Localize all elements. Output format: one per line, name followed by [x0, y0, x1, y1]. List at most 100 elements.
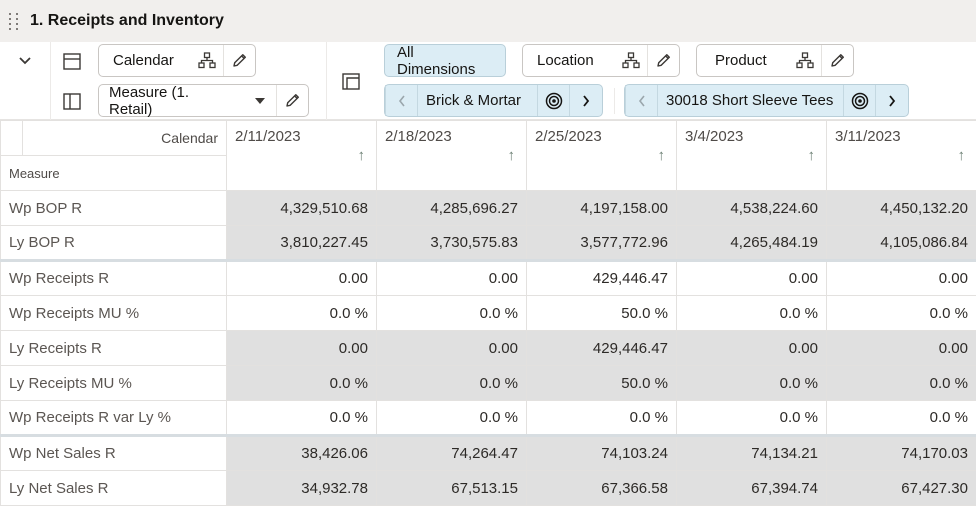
measure-dimension-select[interactable]: Measure (1. Retail): [98, 83, 309, 118]
grid-body: Wp BOP R 4,329,510.68 4,285,696.27 4,197,15…: [0, 190, 976, 506]
column-header[interactable]: 2/18/2023 ↑: [376, 120, 527, 191]
grid-cell[interactable]: 4,450,132.20: [826, 190, 976, 226]
layout-toolbar: Calendar Measure (1. Retail) All Dimensi…: [0, 42, 976, 120]
grid-cell[interactable]: 74,170.03: [826, 434, 976, 471]
grid-cell[interactable]: 3,730,575.83: [376, 225, 527, 261]
product-next-button[interactable]: [875, 85, 907, 116]
location-navigator: Brick & Mortar: [384, 84, 603, 117]
grid-cell[interactable]: 4,105,086.84: [826, 225, 976, 261]
row-header-measure[interactable]: Wp Receipts R var Ly %: [0, 400, 227, 436]
hierarchy-button[interactable]: [191, 45, 223, 76]
grid-cell[interactable]: 4,538,224.60: [676, 190, 827, 226]
grid-cell[interactable]: 0.0 %: [226, 400, 377, 436]
sort-ascending-icon[interactable]: ↑: [958, 147, 966, 164]
product-navigator: 30018 Short Sleeve Tees: [624, 84, 909, 117]
column-header-date: 3/11/2023: [835, 128, 901, 145]
edit-calendar-button[interactable]: [223, 45, 255, 76]
grid-cell[interactable]: 0.0 %: [526, 400, 677, 436]
grid-cell[interactable]: 0.00: [826, 259, 976, 296]
hierarchy-button[interactable]: [789, 45, 821, 76]
location-next-button[interactable]: [569, 85, 601, 116]
chevron-right-icon: [582, 94, 589, 107]
grid-cell[interactable]: 0.0 %: [376, 400, 527, 436]
column-header[interactable]: 2/25/2023 ↑: [526, 120, 677, 191]
table-row: Wp Receipts R var Ly % 0.0 % 0.0 % 0.0 % 0.0…: [0, 400, 976, 436]
location-focus-button[interactable]: [537, 85, 569, 116]
grid-cell[interactable]: 0.0 %: [376, 295, 527, 331]
row-header-measure[interactable]: Ly BOP R: [0, 225, 227, 261]
grid-cell[interactable]: 0.00: [376, 259, 527, 296]
grid-cell[interactable]: 0.0 %: [226, 365, 377, 401]
grid-cell[interactable]: 0.00: [826, 330, 976, 366]
grid-cell[interactable]: 0.0 %: [676, 365, 827, 401]
all-dimensions-button[interactable]: All Dimensions: [384, 44, 506, 78]
grid-cell[interactable]: 3,810,227.45: [226, 225, 377, 261]
location-dimension-label: Location: [537, 52, 594, 69]
measure-dropdown-button[interactable]: [244, 85, 276, 116]
row-header-measure[interactable]: Wp BOP R: [0, 190, 227, 226]
grid-cell[interactable]: 34,932.78: [226, 470, 377, 506]
product-current-member[interactable]: 30018 Short Sleeve Tees: [657, 85, 843, 116]
grid-cell[interactable]: 0.0 %: [676, 295, 827, 331]
pencil-icon: [233, 54, 246, 67]
row-header-measure[interactable]: Wp Receipts MU %: [0, 295, 227, 331]
column-header[interactable]: 3/4/2023 ↑: [676, 120, 827, 191]
column-header[interactable]: 3/11/2023 ↑: [826, 120, 976, 191]
grid-cell[interactable]: 0.00: [226, 330, 377, 366]
grid-cell[interactable]: 0.0 %: [826, 400, 976, 436]
grid-cell[interactable]: 67,427.30: [826, 470, 976, 506]
sort-ascending-icon[interactable]: ↑: [658, 147, 666, 164]
grid-cell[interactable]: 0.0 %: [226, 295, 377, 331]
grid-cell[interactable]: 0.0 %: [676, 400, 827, 436]
grid-cell[interactable]: 4,197,158.00: [526, 190, 677, 226]
grid-cell[interactable]: 0.00: [226, 259, 377, 296]
grid-cell[interactable]: 67,513.15: [376, 470, 527, 506]
calendar-dimension-chip[interactable]: Calendar: [98, 44, 256, 77]
column-header[interactable]: 2/11/2023 ↑: [226, 120, 377, 191]
edit-product-button[interactable]: [821, 45, 853, 76]
grid-cell[interactable]: 74,134.21: [676, 434, 827, 471]
grid-cell[interactable]: 429,446.47: [526, 330, 677, 366]
grid-cell[interactable]: 3,577,772.96: [526, 225, 677, 261]
row-header-measure[interactable]: Wp Net Sales R: [0, 434, 227, 471]
drag-handle-icon[interactable]: [9, 12, 21, 30]
grid-cell[interactable]: 0.0 %: [826, 365, 976, 401]
location-previous-button[interactable]: [385, 85, 417, 116]
product-previous-button[interactable]: [625, 85, 657, 116]
grid-cell[interactable]: 4,329,510.68: [226, 190, 377, 226]
edit-location-button[interactable]: [647, 45, 679, 76]
grid-cell[interactable]: 429,446.47: [526, 259, 677, 296]
measure-dimension-label: Measure (1. Retail): [109, 83, 190, 118]
table-row: Wp Net Sales R 38,426.06 74,264.47 74,103.2…: [0, 434, 976, 471]
row-header-measure[interactable]: Ly Net Sales R: [0, 470, 227, 506]
sort-ascending-icon[interactable]: ↑: [358, 147, 366, 164]
location-current-member[interactable]: Brick & Mortar: [417, 85, 537, 116]
row-header-measure[interactable]: Ly Receipts R: [0, 330, 227, 366]
grid-cell[interactable]: 0.00: [676, 330, 827, 366]
product-dimension-chip[interactable]: Product: [696, 44, 854, 77]
grid-cell[interactable]: 74,264.47: [376, 434, 527, 471]
chevron-down-icon: [19, 57, 31, 65]
sort-ascending-icon[interactable]: ↑: [508, 147, 516, 164]
edit-measure-button[interactable]: [276, 85, 308, 116]
grid-cell[interactable]: 67,394.74: [676, 470, 827, 506]
grid-cell[interactable]: 50.0 %: [526, 295, 677, 331]
product-focus-button[interactable]: [843, 85, 875, 116]
location-dimension-chip[interactable]: Location: [522, 44, 680, 77]
grid-cell[interactable]: 4,285,696.27: [376, 190, 527, 226]
table-row: Ly Receipts MU % 0.0 % 0.0 % 50.0 % 0.0 % 0.0…: [0, 365, 976, 401]
grid-cell[interactable]: 4,265,484.19: [676, 225, 827, 261]
grid-cell[interactable]: 0.00: [376, 330, 527, 366]
grid-cell[interactable]: 0.00: [676, 259, 827, 296]
grid-cell[interactable]: 38,426.06: [226, 434, 377, 471]
collapse-toolbar-button[interactable]: [12, 50, 38, 72]
hierarchy-button[interactable]: [615, 45, 647, 76]
grid-cell[interactable]: 67,366.58: [526, 470, 677, 506]
grid-cell[interactable]: 0.0 %: [376, 365, 527, 401]
row-header-measure[interactable]: Wp Receipts R: [0, 259, 227, 296]
sort-ascending-icon[interactable]: ↑: [808, 147, 816, 164]
grid-cell[interactable]: 74,103.24: [526, 434, 677, 471]
grid-cell[interactable]: 50.0 %: [526, 365, 677, 401]
grid-cell[interactable]: 0.0 %: [826, 295, 976, 331]
row-header-measure[interactable]: Ly Receipts MU %: [0, 365, 227, 401]
